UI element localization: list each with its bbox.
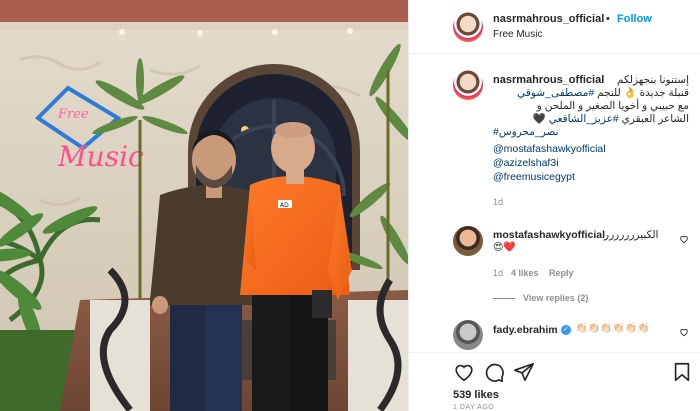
caption-line-1: إستنونا بنجهزلكم [616,74,689,86]
neon-sign-top: Free [57,107,89,122]
likes-count[interactable]: 539 likes [453,389,499,401]
hashtag-nasr-mahrous[interactable]: نصر_محروس# [493,126,559,138]
commenter-avatar-mostafa[interactable] [453,226,483,256]
mention-mostafashawky[interactable]: @mostafashawkyofficial [493,143,606,155]
caption-line-3: مع حبيبي و أخويا الصغير و الملحن و [536,100,689,112]
caption-line-4-prefix: الشاعر العبقري [621,113,689,125]
caption-line-5: نصر_محروس# [493,126,559,139]
caption-author-username[interactable]: nasrmahrous_official [493,74,604,86]
mention-freemusicegypt[interactable]: @freemusicegypt [493,171,575,183]
caption-line-2-suffix: للنجم [597,87,621,99]
commenter-avatar-fady[interactable] [453,320,483,350]
comment-like-heart-icon[interactable] [679,234,689,244]
location-subtitle[interactable]: Free Music [493,29,542,40]
post-side-panel: nasrmahrous_official • Follow Free Music… [408,0,700,411]
view-replies-button[interactable]: View replies (2) [523,293,588,303]
caption-line-2: قنبلة جديدة 👌 للنجم #مصطفى_شوقي [493,87,689,100]
comment-like-heart-icon-2[interactable] [679,327,689,337]
follow-button[interactable]: Follow [617,13,652,25]
comment-emojis-fady: 👏🏻👏🏻👏🏻👏🏻👏🏻👏🏻 [575,323,650,334]
caption-line-4: الشاعر العبقري #عزيز_الشافعي 🖤 [493,113,689,126]
comment-text-mostafa: الكبيررررررر [604,229,659,241]
post-date[interactable]: 1 DAY AGO [453,404,494,411]
like-heart-icon[interactable] [453,361,475,383]
share-paper-plane-icon[interactable] [513,361,535,383]
hashtag-aziz-elshafei[interactable]: #عزيز_الشافعي [549,113,619,125]
save-bookmark-icon[interactable] [671,361,693,383]
post-actions-bar [409,352,700,392]
verified-badge-icon: ✓ [561,325,571,335]
instagram-post: Free Music AD nasrmahrous_official • Fol… [0,0,700,411]
caption-timestamp[interactable]: 1d [493,197,503,207]
comment-time-mostafa[interactable]: 1d [493,268,503,278]
post-header: nasrmahrous_official • Follow Free Music [409,0,700,54]
comment-bubble-icon[interactable] [483,361,505,383]
comment-username-fady[interactable]: fady.ebrahim [493,324,558,336]
hashtag-mostafa-shawky[interactable]: #مصطفى_شوقي [517,87,594,99]
post-photo[interactable]: Free Music AD [0,0,408,411]
ok-hand-emoji: 👌 [623,87,637,99]
comment-likes-mostafa[interactable]: 4 likes [511,268,539,278]
view-replies-line [493,298,515,299]
black-heart-emoji: 🖤 [532,113,546,125]
author-username[interactable]: nasrmahrous_official [493,13,604,25]
comment-emojis-mostafa: 😍❤️ [493,242,516,253]
author-avatar[interactable] [453,12,483,42]
comment-reply-button[interactable]: Reply [549,268,574,278]
caption-author-avatar[interactable] [453,70,483,100]
mention-azizelshaf3i[interactable]: @azizelshaf3i [493,157,559,169]
caption-line-2-prefix: قنبلة جديدة [639,87,689,99]
photo-illustration: Free Music AD [0,0,408,411]
separator-dot: • [606,13,610,25]
shirt-logo: AD [280,202,289,209]
neon-sign-music: Music [57,140,144,173]
comment-username-mostafa[interactable]: mostafashawkyofficial [493,229,605,241]
